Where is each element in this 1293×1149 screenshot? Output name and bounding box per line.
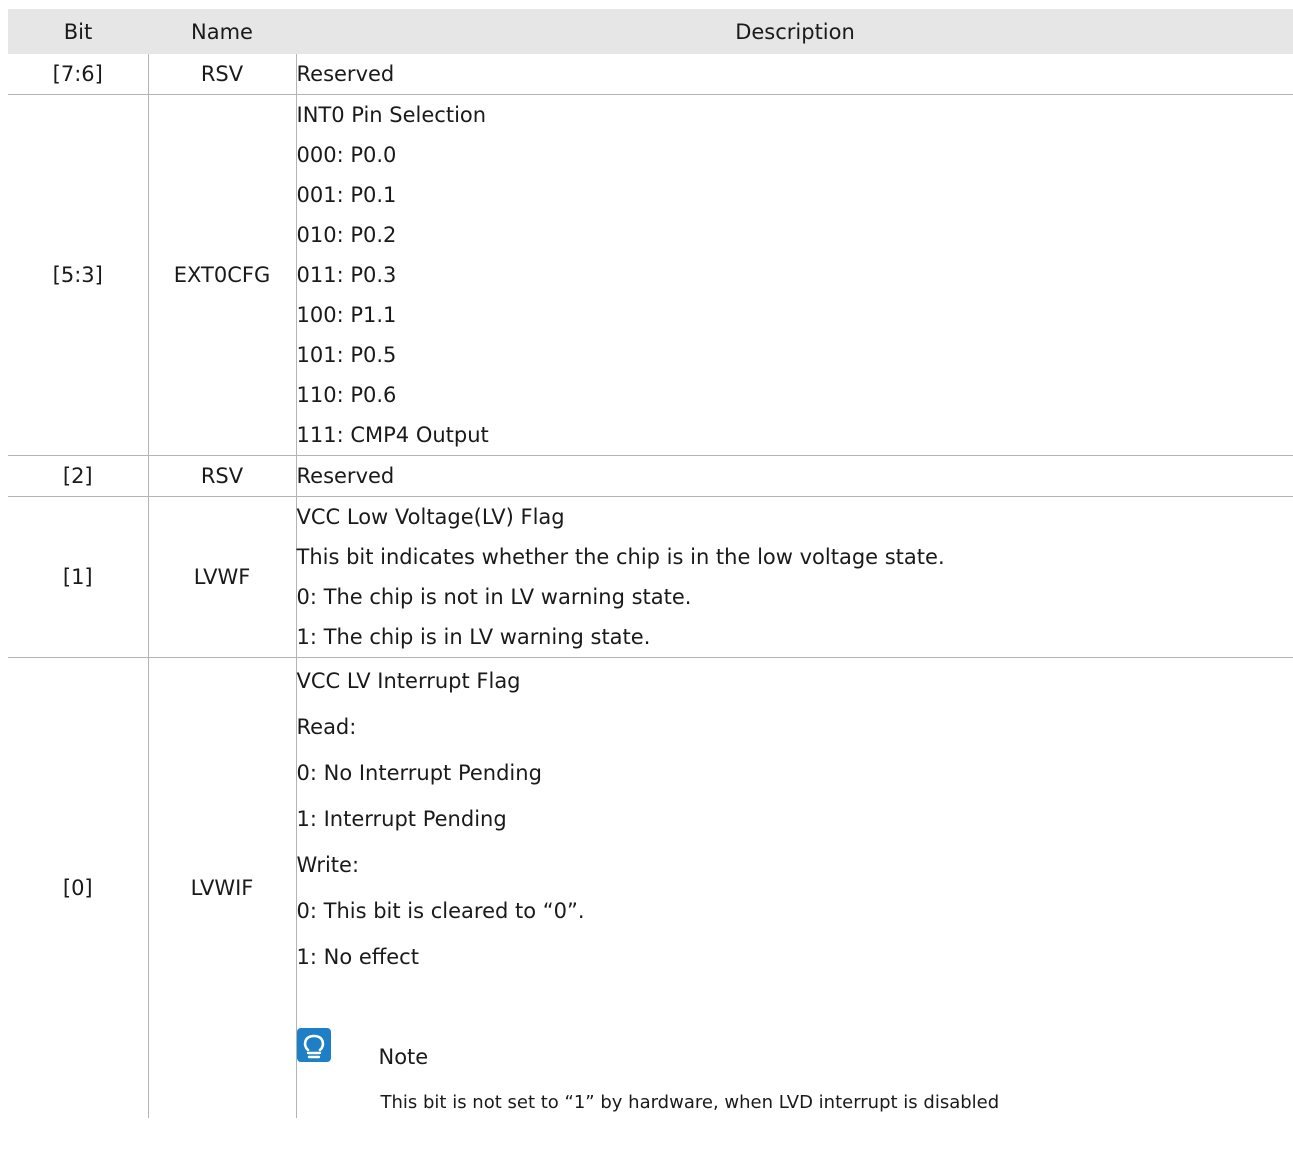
header-bit: Bit (8, 9, 148, 54)
bit-cell: [7:6] (8, 54, 149, 95)
description-cell: VCC LV Interrupt Flag Read: 0: No Interr… (296, 657, 1293, 1118)
description-line: 1: No effect (296, 945, 419, 969)
description-cell: VCC Low Voltage(LV) Flag This bit indica… (296, 496, 1293, 658)
description-line: 001: P0.1 (296, 183, 397, 207)
note-spacer (297, 980, 1293, 1024)
bit-cell: [0] (8, 657, 149, 1118)
description-cell: Reserved (296, 455, 1293, 497)
bit-cell: [2] (8, 455, 149, 497)
table-header-row: Bit Name Description (8, 9, 1293, 54)
description-line: 111: CMP4 Output (296, 423, 489, 447)
description-line: VCC LV Interrupt Flag (296, 669, 521, 693)
description-line: 000: P0.0 (296, 143, 397, 167)
description-line: Read: (296, 715, 357, 739)
description-line: 011: P0.3 (296, 263, 397, 287)
note-text: This bit is not set to “1” by hardware, … (380, 1092, 1000, 1113)
description-line: 1: The chip is in LV warning state. (296, 625, 651, 649)
table-row: [7:6] RSV Reserved (8, 54, 1293, 95)
header-description: Description (296, 9, 1293, 54)
table-row: [0] LVWIF VCC LV Interrupt Flag Read: 0:… (8, 657, 1293, 1118)
description-line: Reserved (296, 464, 395, 488)
description-line: 100: P1.1 (296, 303, 397, 327)
register-table: Bit Name Description [7:6] RSV Reserved … (8, 9, 1293, 1118)
description-line: 101: P0.5 (296, 343, 397, 367)
lightbulb-icon (296, 1028, 331, 1062)
description-line: VCC Low Voltage(LV) Flag (296, 505, 565, 529)
bit-cell: [1] (8, 496, 149, 658)
description-line: Write: (296, 853, 360, 877)
description-cell: Reserved (296, 54, 1293, 95)
description-line: 0: The chip is not in LV warning state. (296, 585, 692, 609)
description-line: 110: P0.6 (296, 383, 397, 407)
description-line: This bit indicates whether the chip is i… (296, 545, 945, 569)
description-line: 1: Interrupt Pending (296, 807, 507, 831)
description-line: 0: No Interrupt Pending (296, 761, 542, 785)
name-cell: RSV (148, 54, 297, 95)
name-cell: LVWF (148, 496, 297, 658)
name-cell: LVWIF (148, 657, 297, 1118)
table-row: [5:3] EXT0CFG INT0 Pin Selection 000: P0… (8, 94, 1293, 456)
table-row: [2] RSV Reserved (8, 455, 1293, 497)
note-header: Note (296, 1024, 1293, 1072)
note-title: Note (378, 1045, 429, 1069)
description-line: INT0 Pin Selection (296, 103, 487, 127)
table-row: [1] LVWF VCC Low Voltage(LV) Flag This b… (8, 496, 1293, 658)
header-name: Name (148, 9, 296, 54)
description-line: Reserved (296, 62, 395, 86)
name-cell: RSV (148, 455, 297, 497)
bit-cell: [5:3] (8, 94, 149, 456)
description-line: 010: P0.2 (296, 223, 397, 247)
description-cell: INT0 Pin Selection 000: P0.0 001: P0.1 0… (296, 94, 1293, 456)
name-cell: EXT0CFG (148, 94, 297, 456)
description-line: 0: This bit is cleared to “0”. (296, 899, 585, 923)
